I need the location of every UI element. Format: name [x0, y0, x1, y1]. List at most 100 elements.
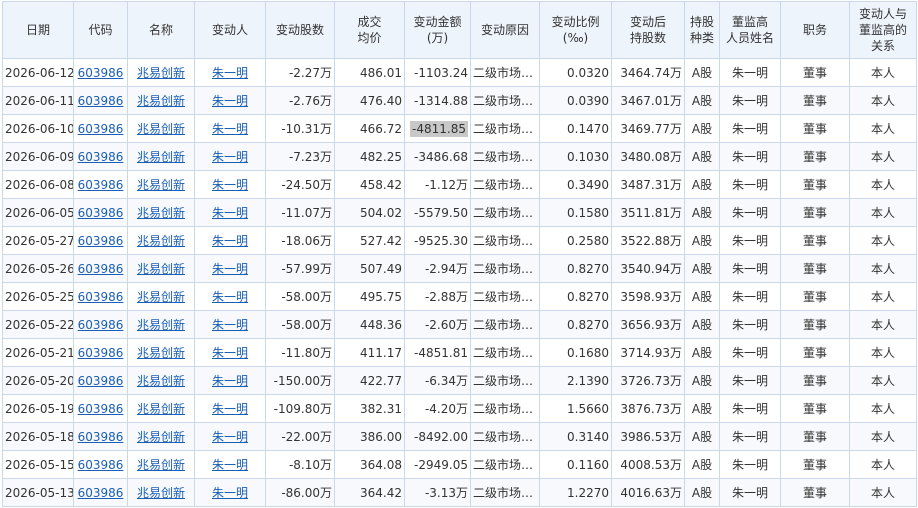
cell-exec: 朱一明: [719, 254, 781, 283]
person-link[interactable]: 朱一明: [212, 262, 248, 276]
person-link[interactable]: 朱一明: [212, 178, 248, 192]
stock-name-link[interactable]: 兆易创新: [137, 262, 185, 276]
cell-duty: 董事: [780, 422, 850, 451]
person-link[interactable]: 朱一明: [212, 122, 248, 136]
cell-ratio: 2.1390: [539, 366, 612, 395]
stock-name-link[interactable]: 兆易创新: [137, 458, 185, 472]
stock-code-link[interactable]: 603986: [78, 318, 124, 332]
cell-after: 3469.77万: [611, 114, 685, 143]
table-row: 2026-06-09 603986 兆易创新 朱一明 -7.23万 482.25 -3486…: [2, 142, 917, 171]
stock-name-link[interactable]: 兆易创新: [137, 206, 185, 220]
header-ratio[interactable]: 变动比例 (‰): [539, 1, 612, 59]
cell-exec: 朱一明: [719, 142, 781, 171]
stock-code-link[interactable]: 603986: [78, 374, 124, 388]
person-link[interactable]: 朱一明: [212, 290, 248, 304]
person-link[interactable]: 朱一明: [212, 458, 248, 472]
person-link[interactable]: 朱一明: [212, 94, 248, 108]
header-shares[interactable]: 变动股数: [265, 1, 335, 59]
cell-reason: 二级市场买卖: [470, 170, 540, 199]
cell-shares: -18.06万: [265, 226, 335, 255]
person-link[interactable]: 朱一明: [212, 318, 248, 332]
header-reason[interactable]: 变动原因: [470, 1, 540, 59]
cell-shares: -109.80万: [265, 394, 335, 423]
cell-price: 382.31: [334, 394, 405, 423]
stock-name-link[interactable]: 兆易创新: [137, 94, 185, 108]
person-link[interactable]: 朱一明: [212, 346, 248, 360]
cell-code: 603986: [73, 422, 128, 451]
person-link[interactable]: 朱一明: [212, 234, 248, 248]
cell-shares: -2.27万: [265, 58, 335, 87]
stock-name-link[interactable]: 兆易创新: [137, 318, 185, 332]
header-name[interactable]: 名称: [127, 1, 195, 59]
stock-name-link[interactable]: 兆易创新: [137, 374, 185, 388]
header-kind[interactable]: 持股 种类: [684, 1, 720, 59]
stock-code-link[interactable]: 603986: [78, 66, 124, 80]
cell-person: 朱一明: [194, 394, 266, 423]
header-relation[interactable]: 变动人与 董监高的 关系: [849, 1, 917, 59]
stock-name-link[interactable]: 兆易创新: [137, 122, 185, 136]
person-link[interactable]: 朱一明: [212, 66, 248, 80]
cell-relation: 本人: [849, 58, 917, 87]
cell-reason: 二级市场买卖: [470, 310, 540, 339]
stock-code-link[interactable]: 603986: [78, 122, 124, 136]
stock-code-link[interactable]: 603986: [78, 150, 124, 164]
stock-name-link[interactable]: 兆易创新: [137, 150, 185, 164]
stock-name-link[interactable]: 兆易创新: [137, 346, 185, 360]
header-amount[interactable]: 变动金额 (万): [404, 1, 471, 59]
cell-reason: 二级市场买卖: [470, 114, 540, 143]
stock-name-link[interactable]: 兆易创新: [137, 178, 185, 192]
stock-name-link[interactable]: 兆易创新: [137, 486, 185, 500]
cell-ratio: 0.1030: [539, 142, 612, 171]
person-link[interactable]: 朱一明: [212, 374, 248, 388]
person-link[interactable]: 朱一明: [212, 150, 248, 164]
cell-price: 495.75: [334, 282, 405, 311]
cell-person: 朱一明: [194, 478, 266, 507]
stock-name-link[interactable]: 兆易创新: [137, 234, 185, 248]
stock-name-link[interactable]: 兆易创新: [137, 430, 185, 444]
header-date[interactable]: 日期: [2, 1, 74, 59]
header-exec[interactable]: 董监高 人员姓名: [719, 1, 781, 59]
stock-name-link[interactable]: 兆易创新: [137, 66, 185, 80]
cell-person: 朱一明: [194, 282, 266, 311]
stock-code-link[interactable]: 603986: [78, 178, 124, 192]
cell-price: 476.40: [334, 86, 405, 115]
person-link[interactable]: 朱一明: [212, 486, 248, 500]
header-person[interactable]: 变动人: [194, 1, 266, 59]
stock-code-link[interactable]: 603986: [78, 94, 124, 108]
stock-code-link[interactable]: 603986: [78, 430, 124, 444]
person-link[interactable]: 朱一明: [212, 430, 248, 444]
cell-code: 603986: [73, 86, 128, 115]
cell-code: 603986: [73, 450, 128, 479]
stock-code-link[interactable]: 603986: [78, 402, 124, 416]
selected-text: -4811.85: [410, 120, 468, 137]
header-code[interactable]: 代码: [73, 1, 128, 59]
header-duty[interactable]: 职务: [780, 1, 850, 59]
table-row: 2026-05-27 603986 兆易创新 朱一明 -18.06万 527.42 -952…: [2, 226, 917, 255]
header-price[interactable]: 成交 均价: [334, 1, 405, 59]
stock-code-link[interactable]: 603986: [78, 346, 124, 360]
cell-duty: 董事: [780, 58, 850, 87]
cell-ratio: 0.0390: [539, 86, 612, 115]
person-link[interactable]: 朱一明: [212, 206, 248, 220]
stock-code-link[interactable]: 603986: [78, 290, 124, 304]
stock-name-link[interactable]: 兆易创新: [137, 290, 185, 304]
cell-ratio: 0.1160: [539, 450, 612, 479]
stock-code-link[interactable]: 603986: [78, 234, 124, 248]
cell-exec: 朱一明: [719, 310, 781, 339]
cell-person: 朱一明: [194, 450, 266, 479]
stock-code-link[interactable]: 603986: [78, 458, 124, 472]
stock-code-link[interactable]: 603986: [78, 262, 124, 276]
stock-code-link[interactable]: 603986: [78, 206, 124, 220]
cell-exec: 朱一明: [719, 394, 781, 423]
person-link[interactable]: 朱一明: [212, 402, 248, 416]
cell-reason: 二级市场买卖: [470, 394, 540, 423]
table-row: 2026-05-15 603986 兆易创新 朱一明 -8.10万 364.08 -2949…: [2, 450, 917, 479]
stock-code-link[interactable]: 603986: [78, 486, 124, 500]
header-after[interactable]: 变动后 持股数: [611, 1, 685, 59]
cell-after: 3598.93万: [611, 282, 685, 311]
table-row: 2026-05-18 603986 兆易创新 朱一明 -22.00万 386.00 -849…: [2, 422, 917, 451]
cell-shares: -58.00万: [265, 310, 335, 339]
cell-price: 466.72: [334, 114, 405, 143]
stock-name-link[interactable]: 兆易创新: [137, 402, 185, 416]
cell-after: 3511.81万: [611, 198, 685, 227]
